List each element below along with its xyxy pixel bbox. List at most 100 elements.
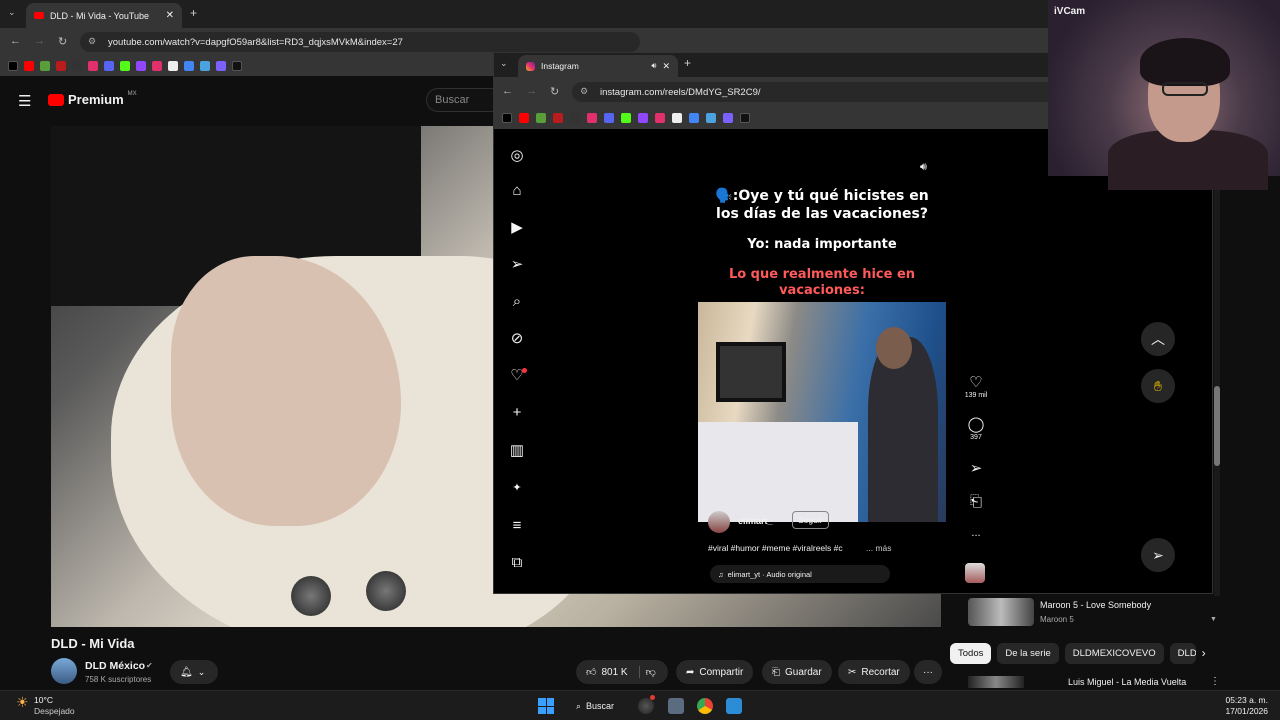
twitch-bookmark-icon[interactable] <box>638 113 648 123</box>
instagram-logo-icon[interactable]: ◎ <box>508 147 526 165</box>
notification-bell-button[interactable]: 🔔︎ ⌄ <box>170 660 218 684</box>
avatar[interactable] <box>708 511 730 533</box>
threads-bookmark-icon[interactable] <box>570 113 580 123</box>
tiktok-bookmark-icon[interactable] <box>232 61 242 71</box>
settings-app-icon[interactable] <box>668 698 684 714</box>
back-icon[interactable]: ← <box>10 35 21 47</box>
previous-reel-button[interactable]: ︿ <box>1141 322 1175 356</box>
send-icon[interactable]: ➢ <box>508 256 526 274</box>
tab-search-chevron-icon[interactable]: ⌄ <box>500 58 508 69</box>
close-tab-icon[interactable]: ✕ <box>662 61 670 72</box>
bookmark-icon[interactable] <box>706 113 716 123</box>
threads-icon[interactable]: ✦ <box>508 479 526 497</box>
clip-button[interactable]: ✂ Recortar <box>838 660 910 684</box>
chip-dldmexicovevo[interactable]: DLDMEXICOVEVO <box>1064 642 1164 664</box>
reel-audio-pill[interactable]: ♫ elimart_yt · Audio original <box>710 565 890 583</box>
x-bookmark-icon[interactable] <box>8 61 18 71</box>
instagram-bookmark-icon[interactable] <box>152 61 162 71</box>
youtube-bookmark-icon[interactable] <box>519 113 529 123</box>
recommendation-item[interactable]: Maroon 5 - Love Somebody Maroon 5 <box>968 598 1208 626</box>
close-tab-icon[interactable]: ✕ <box>166 10 174 21</box>
weather-temp[interactable]: 10°C <box>34 695 53 705</box>
next-recommendation-thumbnail[interactable] <box>968 676 1024 688</box>
audio-playing-icon[interactable]: 🔊︎ <box>651 61 656 71</box>
discord-bookmark-icon[interactable] <box>604 113 614 123</box>
follow-button[interactable]: Seguir <box>792 511 829 529</box>
chevron-right-icon[interactable]: › <box>1202 646 1206 660</box>
ivcam-app-icon[interactable] <box>726 698 742 714</box>
scrollbar-thumb[interactable] <box>1214 386 1220 466</box>
like-icon[interactable]: 👍︎ <box>586 666 596 678</box>
wikipedia-bookmark-icon[interactable] <box>168 61 178 71</box>
bookmark-icon[interactable] <box>200 61 210 71</box>
more-menu-icon[interactable]: ≡ <box>508 517 526 535</box>
channel-name[interactable]: DLD México <box>85 660 145 672</box>
yt-url-input[interactable]: ⚙ youtube.com/watch?v=dapgfO59ar8&list=R… <box>80 32 640 52</box>
apps-icon[interactable]: ⧉ <box>508 554 526 572</box>
bookmark-icon[interactable] <box>553 113 563 123</box>
kick-bookmark-icon[interactable] <box>621 113 631 123</box>
taskbar-search[interactable]: ⌕ Buscar <box>570 696 620 716</box>
discord-bookmark-icon[interactable] <box>104 61 114 71</box>
scrollbar[interactable] <box>1212 183 1213 594</box>
site-info-icon[interactable]: ⚙ <box>88 36 96 47</box>
save-reel-button[interactable]: ⎗ <box>958 493 994 510</box>
new-tab-icon[interactable]: + <box>190 6 197 20</box>
more-options-button[interactable]: ... <box>958 527 994 539</box>
back-icon[interactable]: ← <box>502 85 513 97</box>
reel-username[interactable]: elimart_ <box>738 516 773 526</box>
yt-browser-tab[interactable]: DLD - Mi Vida - YouTube ✕ <box>26 3 182 28</box>
audio-cover-thumbnail[interactable] <box>965 563 985 583</box>
x-bookmark-icon[interactable] <box>502 113 512 123</box>
reel-player[interactable]: 🔊︎ 🗣️:Oye y tú qué hicistes en los días … <box>698 153 946 593</box>
tiktok-bookmark-icon[interactable] <box>740 113 750 123</box>
instagram-bookmark-icon[interactable] <box>655 113 665 123</box>
shopify-bookmark-icon[interactable] <box>536 113 546 123</box>
create-plus-icon[interactable]: + <box>508 404 526 422</box>
scroll-down-arrow-icon[interactable]: ▼ <box>1210 616 1217 623</box>
wikipedia-bookmark-icon[interactable] <box>672 113 682 123</box>
youtube-logo[interactable]: Premium MX <box>48 91 137 107</box>
dislike-icon[interactable]: 👎︎ <box>638 666 656 678</box>
comment-button[interactable]: ◯ 397 <box>958 415 994 441</box>
clock-date[interactable]: 17/01/2026 <box>1198 706 1268 716</box>
more-actions-button[interactable]: ··· <box>914 660 942 684</box>
tab-search-chevron-icon[interactable]: ⌄ <box>8 7 16 18</box>
clock-time[interactable]: 05:23 a. m. <box>1198 695 1268 705</box>
yt-search-input[interactable]: Buscar <box>426 88 496 112</box>
bookmark-icon[interactable] <box>184 61 194 71</box>
forward-icon[interactable]: → <box>34 35 45 47</box>
weather-desc[interactable]: Despejado <box>34 706 75 716</box>
dashboard-icon[interactable]: ▥ <box>508 442 526 460</box>
threads-bookmark-icon[interactable] <box>72 61 82 71</box>
chip-dld[interactable]: DLD <box>1169 642 1196 664</box>
more-caption-link[interactable]: ... más <box>866 543 892 553</box>
chrome-app-icon[interactable] <box>697 698 713 714</box>
ig-browser-tab[interactable]: Instagram 🔊︎ ✕ <box>518 55 678 77</box>
reload-icon[interactable]: ↻ <box>550 85 559 98</box>
search-icon[interactable]: ⌕ <box>508 293 526 311</box>
like-button[interactable]: ♡ 139 mil <box>958 373 994 399</box>
forward-icon[interactable]: → <box>526 85 537 97</box>
save-button[interactable]: ⎗ Guardar <box>762 660 832 684</box>
channel-avatar[interactable] <box>51 658 77 684</box>
bookmark-icon[interactable] <box>723 113 733 123</box>
chip-de-la-serie[interactable]: De la serie <box>997 642 1059 664</box>
kick-bookmark-icon[interactable] <box>120 61 130 71</box>
reels-icon[interactable]: ▶ <box>508 219 526 237</box>
share-button[interactable]: ➦ Compartir <box>676 660 754 684</box>
scrollbar[interactable] <box>1214 176 1220 596</box>
bookmark-icon[interactable] <box>56 61 66 71</box>
shopify-bookmark-icon[interactable] <box>40 61 50 71</box>
weather-icon[interactable]: ☀ <box>16 694 29 711</box>
twitch-bookmark-icon[interactable] <box>136 61 146 71</box>
obs-app-icon[interactable] <box>638 698 654 714</box>
windows-start-icon[interactable] <box>538 698 554 714</box>
instagram-bookmark-icon[interactable] <box>587 113 597 123</box>
explore-icon[interactable]: ⊘ <box>508 330 526 348</box>
chip-todos[interactable]: Todos <box>950 642 992 664</box>
bookmark-icon[interactable] <box>216 61 226 71</box>
bookmark-icon[interactable] <box>689 113 699 123</box>
home-icon[interactable]: ⌂ <box>508 182 526 200</box>
new-tab-icon[interactable]: + <box>684 56 691 70</box>
